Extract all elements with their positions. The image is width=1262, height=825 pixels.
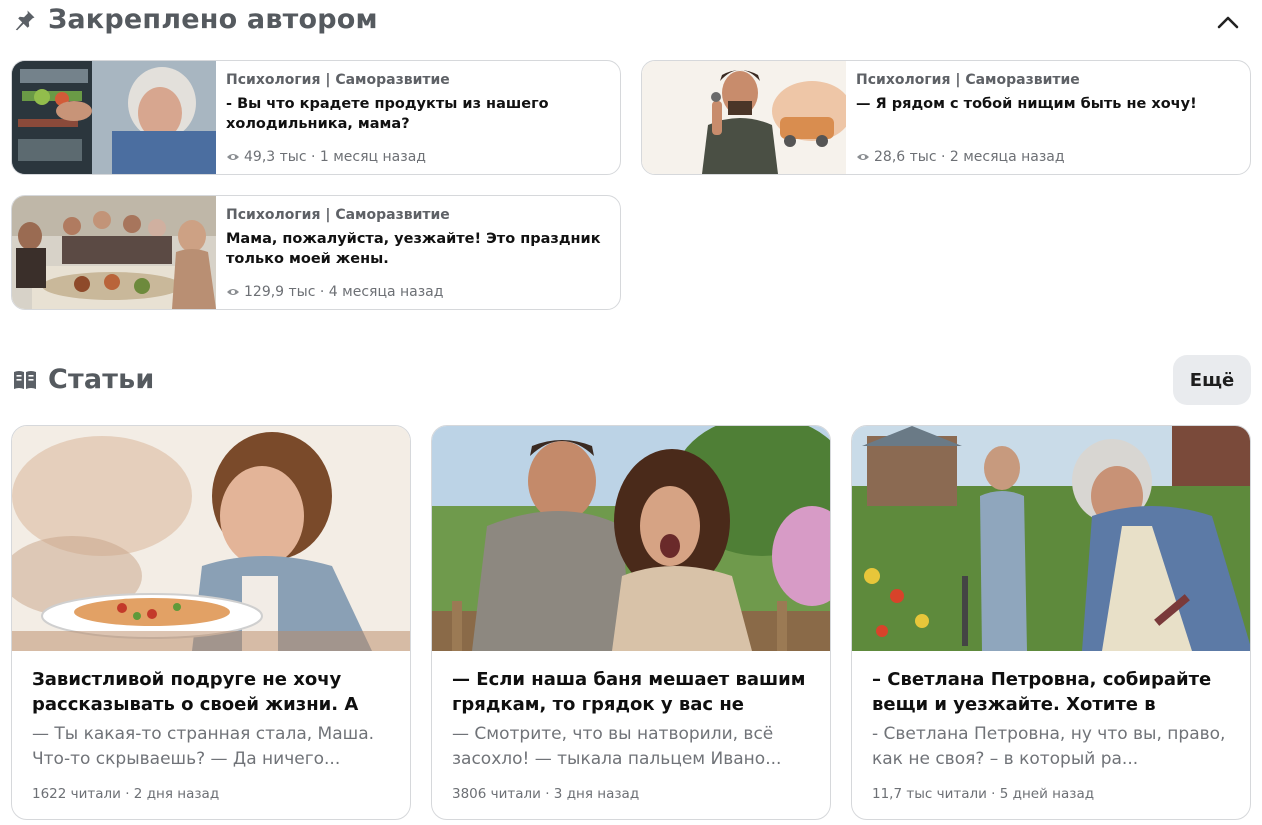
pinned-article-title[interactable]: — Я рядом с тобой нищим быть не хочу! <box>856 94 1240 114</box>
pinned-views: 28,6 тыс <box>874 149 937 165</box>
article-meta: 3806 читали · 3 дня назад <box>452 786 640 802</box>
chevron-up-icon <box>1217 16 1239 29</box>
open-book-icon <box>12 367 38 393</box>
article-meta: 11,7 тыс читали · 5 дней назад <box>872 786 1095 802</box>
meta-separator: · <box>315 284 329 300</box>
more-articles-button[interactable]: Ещё <box>1173 355 1251 405</box>
article-image <box>852 426 1250 651</box>
article-snippet: — Смотрите, что вы натворили, всё засохл… <box>452 724 782 769</box>
pinned-age: 4 месяца назад <box>328 284 444 300</box>
pinned-article-thumbnail <box>642 61 846 174</box>
meta-separator: · <box>306 149 320 165</box>
pinned-views: 49,3 тыс <box>244 149 307 165</box>
article-snippet: - Светлана Петровна, ну что вы, право, к… <box>872 724 1226 769</box>
eye-icon <box>227 289 239 295</box>
meta-separator: · <box>936 149 950 165</box>
pinned-section-header: Закреплено автором <box>12 4 378 35</box>
pinned-channel-name: Психология | Саморазвитие <box>856 72 1080 88</box>
pinned-article-thumbnail <box>12 196 216 309</box>
pinned-article-thumbnail <box>12 61 216 174</box>
article-title[interactable]: – Светлана Петровна, собирайте вещи и уе… <box>872 667 1230 717</box>
article-image <box>12 426 410 651</box>
pinned-article-title[interactable]: Мама, пожалуйста, уезжайте! Это праздник… <box>226 229 610 269</box>
pinned-section-title: Закреплено автором <box>48 4 378 35</box>
pinned-age: 1 месяц назад <box>319 149 426 165</box>
pinned-article-card[interactable]: Психология | Саморазвитие — Я рядом с то… <box>641 60 1251 175</box>
pinned-article-meta: 28,6 тыс · 2 месяца назад <box>856 149 1065 165</box>
article-card[interactable]: Завистливой подруге не хочу рассказывать… <box>11 425 411 820</box>
pinned-article-title[interactable]: - Вы что крадете продукты из нашего холо… <box>226 94 610 134</box>
articles-section-title: Статьи <box>48 364 155 395</box>
pinned-channel-name: Психология | Саморазвитие <box>226 207 450 223</box>
pinned-age: 2 месяца назад <box>949 149 1065 165</box>
pinned-article-card[interactable]: Психология | Саморазвитие - Вы что краде… <box>11 60 621 175</box>
article-image <box>432 426 830 651</box>
articles-section-header: Статьи <box>12 364 155 395</box>
article-card[interactable]: – Светлана Петровна, собирайте вещи и уе… <box>851 425 1251 820</box>
pinned-article-meta: 49,3 тыс · 1 месяц назад <box>226 149 426 165</box>
pinned-channel-name: Психология | Саморазвитие <box>226 72 450 88</box>
pin-icon <box>12 7 38 33</box>
article-snippet: — Ты какая-то странная стала, Маша. Что-… <box>32 724 375 769</box>
eye-icon <box>857 154 869 160</box>
pinned-views: 129,9 тыс <box>244 284 316 300</box>
article-meta: 1622 читали · 2 дня назад <box>32 786 220 802</box>
eye-icon <box>227 154 239 160</box>
pinned-article-meta: 129,9 тыс · 4 месяца назад <box>226 284 443 300</box>
article-card[interactable]: — Если наша баня мешает вашим грядкам, т… <box>431 425 831 820</box>
article-title[interactable]: — Если наша баня мешает вашим грядкам, т… <box>452 667 810 717</box>
article-title[interactable]: Завистливой подруге не хочу рассказывать… <box>32 667 390 717</box>
pinned-article-card[interactable]: Психология | Саморазвитие Мама, пожалуйс… <box>11 195 621 310</box>
collapse-pinned-button[interactable] <box>1214 8 1242 36</box>
